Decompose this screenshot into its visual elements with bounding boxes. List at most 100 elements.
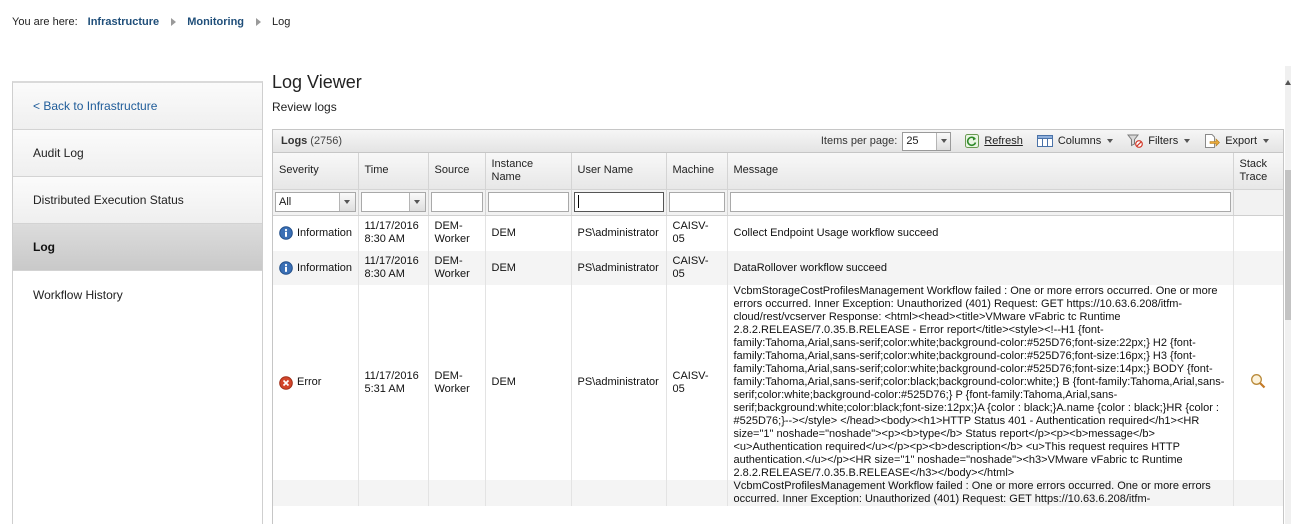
table-row[interactable]: VcbmCostProfilesManagement Workflow fail… xyxy=(273,480,1283,506)
cell-user: PS\administrator xyxy=(571,285,667,480)
cell-message: Collect Endpoint Usage workflow succeed xyxy=(727,215,1234,251)
filter-cell-user xyxy=(571,189,667,216)
cell-machine: CAISV-05 xyxy=(666,251,728,285)
cell-stack-trace xyxy=(1233,285,1283,480)
export-button[interactable]: Export xyxy=(1204,134,1269,148)
instance-filter-input[interactable] xyxy=(487,192,569,212)
breadcrumb-current: Log xyxy=(272,16,291,28)
table-row[interactable]: Error 11/17/2016 5:31 AM DEM-Worker DEM … xyxy=(273,285,1283,480)
severity-filter-select[interactable]: All xyxy=(275,192,356,212)
table-row[interactable]: Information 11/17/2016 8:30 AM DEM-Worke… xyxy=(273,251,1283,285)
scrollbar-thumb[interactable] xyxy=(1285,170,1291,320)
filter-icon xyxy=(1127,134,1144,148)
magnifier-icon[interactable] xyxy=(1250,373,1266,389)
cell-stack-trace xyxy=(1233,215,1283,251)
breadcrumb-link-infrastructure[interactable]: Infrastructure xyxy=(88,16,160,28)
severity-text: Information xyxy=(297,226,353,239)
export-icon xyxy=(1204,134,1221,148)
column-header-user-name[interactable]: User Name xyxy=(571,153,667,190)
filters-label: Filters xyxy=(1148,135,1179,147)
filter-cell-source xyxy=(428,189,486,216)
sidebar-item-back-to-infrastructure[interactable]: < Back to Infrastructure xyxy=(13,83,262,130)
cell-message: VcbmStorageCostProfilesManagement Workfl… xyxy=(727,285,1234,480)
source-filter-input[interactable] xyxy=(430,192,483,212)
column-header-severity[interactable]: Severity xyxy=(273,153,359,190)
column-header-stack-trace[interactable]: Stack Trace xyxy=(1233,153,1283,190)
breadcrumb-label: You are here: xyxy=(12,16,78,28)
cell-stack-trace xyxy=(1233,251,1283,285)
breadcrumb-link-monitoring[interactable]: Monitoring xyxy=(187,16,244,28)
severity-badge: Information xyxy=(279,226,353,241)
sidebar-item-distributed-execution-status[interactable]: Distributed Execution Status xyxy=(13,177,262,224)
items-per-page-select[interactable]: 25 xyxy=(902,131,952,151)
column-header-message[interactable]: Message xyxy=(727,153,1234,190)
cell-message: VcbmCostProfilesManagement Workflow fail… xyxy=(727,480,1234,506)
page-subtitle: Review logs xyxy=(272,100,337,114)
cell-severity xyxy=(273,480,359,506)
cell-instance xyxy=(485,480,572,506)
severity-text: Error xyxy=(297,376,322,388)
time-filter-select[interactable] xyxy=(360,192,426,212)
cell-user: PS\administrator xyxy=(571,251,667,285)
breadcrumb: You are here: Infrastructure Monitoring … xyxy=(12,16,290,28)
sidebar-item-audit-log[interactable]: Audit Log xyxy=(13,130,262,177)
log-grid: Logs (2756) Items per page: 25 Refresh Co… xyxy=(272,129,1284,524)
log-table: Severity Time Source Instance Name User … xyxy=(273,153,1283,506)
error-icon xyxy=(279,375,293,390)
table-row[interactable]: Information 11/17/2016 8:30 AM DEM-Worke… xyxy=(273,215,1283,251)
user-filter-input[interactable] xyxy=(573,192,664,212)
column-header-time[interactable]: Time xyxy=(358,153,429,190)
machine-filter-input[interactable] xyxy=(668,192,725,212)
column-header-machine[interactable]: Machine xyxy=(666,153,728,190)
items-per-page-label: Items per page: xyxy=(820,135,898,147)
column-header-source[interactable]: Source xyxy=(428,153,486,190)
filter-cell-instance xyxy=(485,189,572,216)
chevron-down-icon[interactable] xyxy=(936,132,951,150)
cell-machine: CAISV-05 xyxy=(666,285,728,480)
info-icon xyxy=(279,261,293,275)
columns-icon xyxy=(1036,135,1053,147)
cell-machine xyxy=(666,480,728,506)
breadcrumb-separator-icon xyxy=(171,18,177,26)
page-scrollbar[interactable] xyxy=(1285,66,1291,524)
cell-severity: Error xyxy=(273,285,359,480)
cell-time xyxy=(358,480,429,506)
filter-cell-message xyxy=(727,189,1234,216)
severity-text: Information xyxy=(297,261,353,274)
page-title: Log Viewer xyxy=(272,72,362,92)
cell-severity: Information xyxy=(273,251,359,285)
grid-toolbar: Logs (2756) Items per page: 25 Refresh Co… xyxy=(273,130,1283,153)
filter-row: All xyxy=(273,189,1283,216)
cell-source: DEM-Worker xyxy=(428,251,486,285)
grid-count: (2756) xyxy=(310,135,343,147)
cell-machine: CAISV-05 xyxy=(666,215,728,251)
filter-cell-time xyxy=(358,189,429,216)
refresh-icon xyxy=(965,134,980,148)
sidebar-item-log[interactable]: Log xyxy=(13,224,262,271)
grid-title: Logs (2756) xyxy=(281,135,342,147)
message-filter-input[interactable] xyxy=(729,192,1231,212)
cell-instance: DEM xyxy=(485,215,572,251)
chevron-down-icon xyxy=(1184,139,1191,143)
chevron-down-icon[interactable] xyxy=(408,193,425,211)
cell-source xyxy=(428,480,486,506)
cell-source: DEM-Worker xyxy=(428,285,486,480)
severity-filter-value: All xyxy=(279,196,292,208)
filter-cell-stack-trace xyxy=(1233,189,1283,216)
cell-instance: DEM xyxy=(485,285,572,480)
cell-user: PS\administrator xyxy=(571,215,667,251)
severity-badge: Information xyxy=(279,261,352,275)
breadcrumb-separator-icon xyxy=(256,18,262,26)
refresh-button[interactable]: Refresh xyxy=(965,134,1023,148)
scroll-up-arrow-icon[interactable] xyxy=(1285,80,1291,85)
sidebar-item-workflow-history[interactable]: Workflow History xyxy=(13,271,262,318)
columns-button[interactable]: Columns xyxy=(1036,135,1114,147)
cell-user xyxy=(571,480,667,506)
severity-badge: Error xyxy=(279,375,352,390)
chevron-down-icon xyxy=(1263,139,1269,143)
info-icon xyxy=(279,226,293,241)
filters-button[interactable]: Filters xyxy=(1127,134,1191,148)
chevron-down-icon[interactable] xyxy=(338,193,355,211)
column-header-instance-name[interactable]: Instance Name xyxy=(485,153,572,190)
cell-time: 11/17/2016 8:30 AM xyxy=(358,215,429,251)
